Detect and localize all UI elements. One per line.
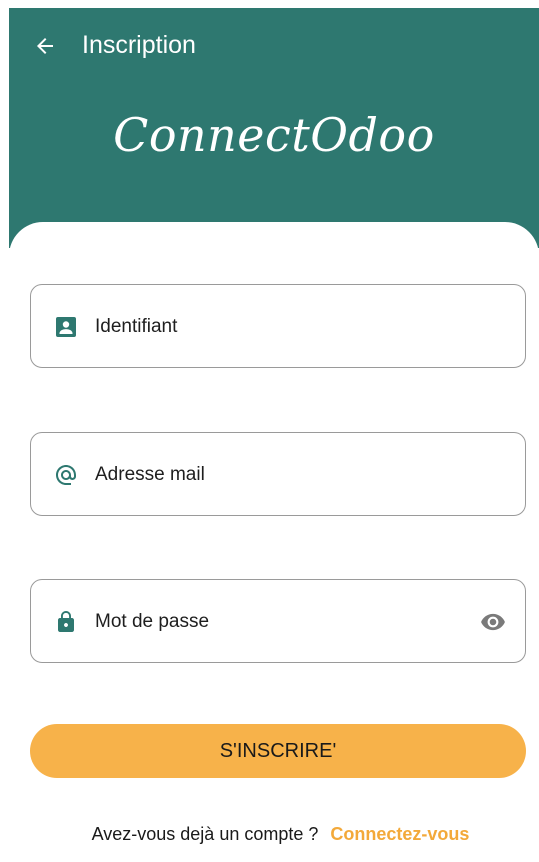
app-header: Inscription ConnectOdoo	[9, 8, 539, 248]
badge-icon	[54, 315, 78, 339]
at-sign-icon	[54, 463, 78, 487]
login-link[interactable]: Connectez-vous	[330, 824, 469, 844]
app-logo-text: ConnectOdoo	[113, 108, 435, 162]
login-question: Avez-vous dejà un compte ?	[91, 824, 319, 844]
email-field[interactable]: Adresse mail	[30, 432, 526, 516]
eye-icon	[481, 613, 505, 631]
login-prompt: Avez-vous dejà un compte ? Connectez-vous	[0, 822, 539, 846]
register-button[interactable]: S'INSCRIRE'	[30, 724, 526, 778]
arrow-left-icon	[37, 38, 53, 54]
password-field[interactable]: Mot de passe	[30, 579, 526, 663]
email-placeholder: Adresse mail	[95, 464, 205, 485]
page-title: Inscription	[82, 31, 196, 59]
lock-icon	[54, 610, 78, 634]
password-placeholder: Mot de passe	[95, 611, 210, 632]
username-field[interactable]: Identifiant	[30, 284, 526, 368]
username-placeholder: Identifiant	[95, 316, 178, 337]
back-button[interactable]	[31, 32, 59, 60]
toggle-password-visibility[interactable]	[479, 609, 507, 635]
